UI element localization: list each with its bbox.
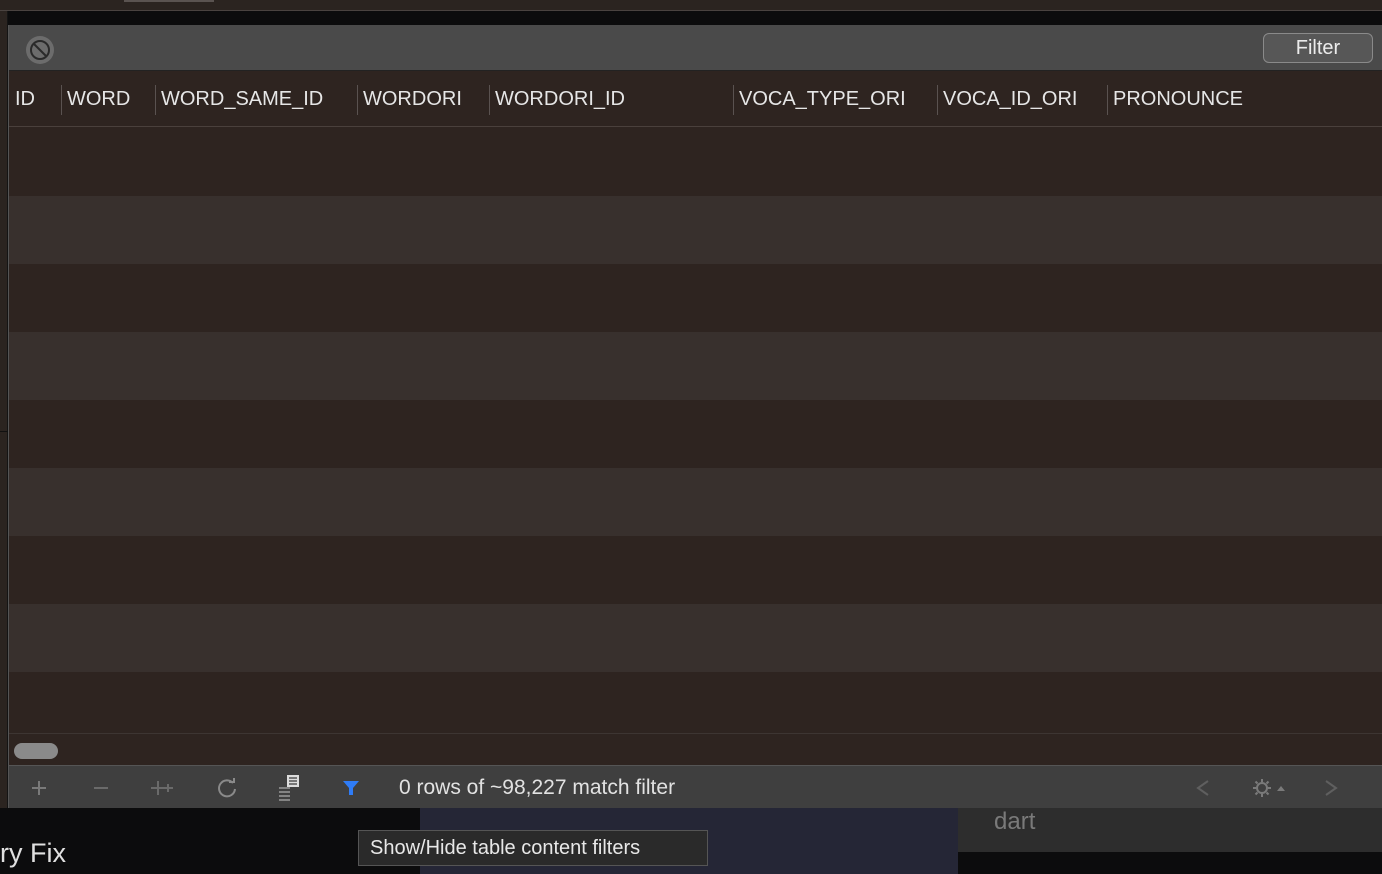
table-row[interactable] xyxy=(9,128,1382,196)
row-count-status: 0 rows of ~98,227 match filter xyxy=(399,776,676,799)
background-label: dart xyxy=(994,808,1036,835)
column-header-id[interactable]: ID xyxy=(9,71,61,127)
column-separator[interactable] xyxy=(937,85,938,115)
background-left-label: ry Fix xyxy=(0,838,66,868)
column-header-label: WORD_SAME_ID xyxy=(161,87,324,110)
column-header-label: VOCA_TYPE_ORI xyxy=(739,87,906,110)
clear-filter-icon xyxy=(30,40,50,60)
column-separator[interactable] xyxy=(733,85,734,115)
column-header-label: ID xyxy=(15,87,35,110)
top-tab-indicator xyxy=(124,0,214,2)
chevron-left-icon xyxy=(1196,780,1209,796)
divider xyxy=(0,431,8,432)
table-row[interactable] xyxy=(9,536,1382,604)
table-row[interactable] xyxy=(9,672,1382,740)
add-row-button[interactable] xyxy=(25,774,53,802)
column-header-label: VOCA_ID_ORI xyxy=(943,87,1078,110)
export-icon xyxy=(279,775,299,801)
horizontal-scrollbar[interactable] xyxy=(9,733,1382,765)
duplicate-row-button[interactable] xyxy=(148,774,176,802)
table-row[interactable] xyxy=(9,196,1382,264)
filter-button[interactable]: Filter xyxy=(1263,33,1373,63)
tooltip: Show/Hide table content filters xyxy=(358,830,708,866)
table-content-window: Filter ID WORD WORD_SAME_ID WORDORI WORD… xyxy=(8,25,1382,808)
table-header: ID WORD WORD_SAME_ID WORDORI WORDORI_ID … xyxy=(9,71,1382,127)
table-row[interactable] xyxy=(9,468,1382,536)
column-separator[interactable] xyxy=(155,85,156,115)
add-icon xyxy=(32,781,46,795)
chevron-right-icon xyxy=(1325,780,1338,796)
toggle-filter-button[interactable] xyxy=(337,774,365,802)
table-row[interactable] xyxy=(9,400,1382,468)
filter-bar: Filter xyxy=(9,25,1382,71)
column-header-wordori-id[interactable]: WORDORI_ID xyxy=(489,71,733,127)
duplicate-icon xyxy=(151,781,173,795)
column-header-pronounce[interactable]: PRONOUNCE xyxy=(1107,71,1382,127)
column-separator[interactable] xyxy=(61,85,62,115)
remove-icon xyxy=(94,787,108,789)
table-row[interactable] xyxy=(9,604,1382,672)
column-header-label: PRONOUNCE xyxy=(1113,87,1244,110)
screen: Filter ID WORD WORD_SAME_ID WORDORI WORD… xyxy=(0,0,1382,874)
status-bar: 0 rows of ~98,227 match filter xyxy=(9,765,1382,808)
column-header-wordori[interactable]: WORDORI xyxy=(357,71,489,127)
scrollbar-thumb[interactable] xyxy=(14,743,58,759)
column-header-label: WORDORI xyxy=(363,87,462,110)
clear-filter-button[interactable] xyxy=(26,36,54,64)
refresh-button[interactable] xyxy=(213,774,241,802)
gear-icon xyxy=(1253,779,1285,797)
column-separator[interactable] xyxy=(489,85,490,115)
export-button[interactable] xyxy=(275,774,303,802)
previous-page-button[interactable] xyxy=(1189,774,1217,802)
column-header-voca-type-ori[interactable]: VOCA_TYPE_ORI xyxy=(733,71,937,127)
table-row[interactable] xyxy=(9,264,1382,332)
column-header-label: WORD xyxy=(67,87,131,110)
funnel-icon xyxy=(343,781,359,795)
left-sidebar-edge xyxy=(0,11,8,808)
column-header-label: WORDORI_ID xyxy=(495,87,625,110)
next-page-button[interactable] xyxy=(1317,774,1345,802)
column-header-word-same-id[interactable]: WORD_SAME_ID xyxy=(155,71,357,127)
background-right-panel: dart xyxy=(958,808,1382,852)
column-header-voca-id-ori[interactable]: VOCA_ID_ORI xyxy=(937,71,1107,127)
column-header-word[interactable]: WORD xyxy=(61,71,155,127)
table-body[interactable] xyxy=(9,128,1382,740)
column-separator[interactable] xyxy=(1107,85,1108,115)
top-tab-strip xyxy=(0,0,1382,11)
refresh-icon xyxy=(218,778,236,798)
column-separator[interactable] xyxy=(357,85,358,115)
delete-row-button[interactable] xyxy=(87,774,115,802)
table-row[interactable] xyxy=(9,332,1382,400)
settings-menu-button[interactable] xyxy=(1249,774,1293,802)
